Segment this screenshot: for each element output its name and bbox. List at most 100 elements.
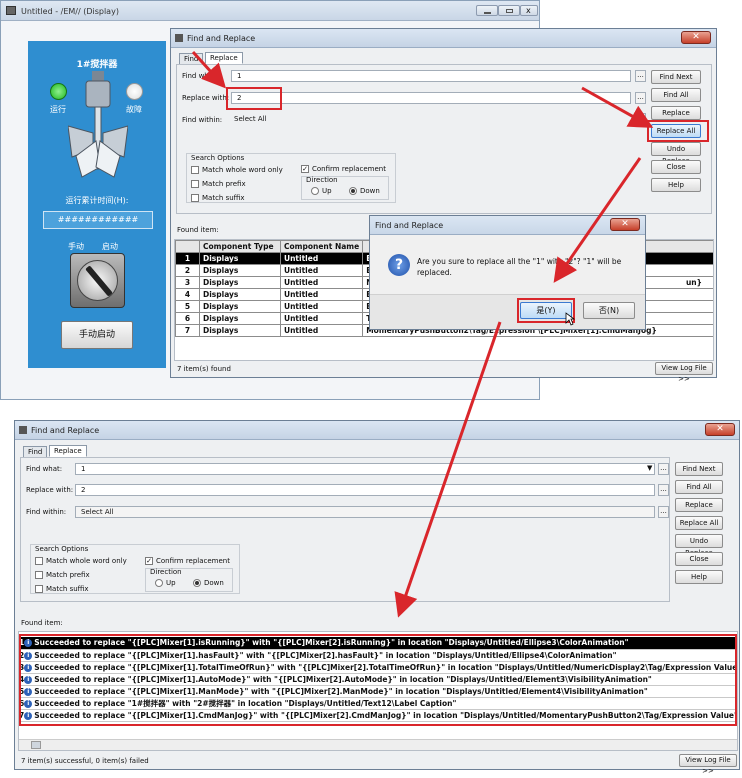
replace-all-highlight bbox=[647, 120, 709, 142]
panel-title: 1#搅拌器 bbox=[76, 60, 118, 70]
close-icon[interactable]: ✕ bbox=[681, 31, 711, 44]
find-what-input[interactable]: 1 bbox=[231, 70, 631, 82]
confirm-message: Are you sure to replace all the "1" with… bbox=[417, 257, 622, 277]
minimize-icon[interactable] bbox=[476, 5, 498, 16]
component-type-cell: Displays bbox=[199, 276, 281, 289]
find-within-label: Find within: bbox=[182, 116, 223, 124]
up-radio[interactable] bbox=[155, 579, 163, 587]
scrollbar-thumb[interactable] bbox=[31, 741, 41, 749]
bottom-dialog-title: Find and Replace bbox=[31, 426, 100, 435]
match-whole-word-label: Match whole word only bbox=[202, 166, 283, 174]
find-within-browse-button[interactable]: ... bbox=[635, 113, 646, 125]
undo-replace-button[interactable]: Undo Replace bbox=[651, 142, 701, 165]
mode-selector-switch[interactable] bbox=[70, 253, 125, 308]
find-what-label: Find what: bbox=[182, 72, 219, 80]
find-within-value: Select All bbox=[234, 115, 267, 123]
running-label: 运行 bbox=[50, 105, 66, 114]
horizontal-scrollbar[interactable] bbox=[19, 739, 737, 750]
restore-icon[interactable] bbox=[498, 5, 520, 16]
confirm-titlebar: Find and Replace ✕ bbox=[370, 216, 645, 235]
help-button[interactable]: Help bbox=[675, 570, 723, 584]
find-all-button[interactable]: Find All bbox=[651, 88, 701, 102]
no-button[interactable]: 否(N) bbox=[583, 302, 635, 319]
component-name-cell: Untitled bbox=[279, 300, 364, 313]
find-within-label: Find within: bbox=[26, 508, 67, 516]
component-type-cell: Displays bbox=[199, 300, 281, 313]
match-suffix-checkbox[interactable] bbox=[35, 585, 43, 593]
mixer-panel: 1#搅拌器 运行 故障 运行累计时间(H): ############ 手动 启… bbox=[28, 41, 166, 368]
bottom-dialog-titlebar: Find and Replace ✕ bbox=[15, 421, 739, 440]
direction-label: Direction bbox=[150, 568, 182, 576]
found-item-label: Found item: bbox=[177, 226, 219, 234]
close-icon[interactable]: ✕ bbox=[705, 423, 735, 436]
direction-label: Direction bbox=[306, 176, 338, 184]
tab-replace[interactable]: Replace bbox=[205, 52, 243, 64]
row-number: 3 bbox=[175, 276, 200, 289]
replace-with-browse-button[interactable]: ... bbox=[635, 92, 646, 104]
table-header-cell[interactable]: Component Type bbox=[199, 240, 281, 253]
find-what-label: Find what: bbox=[26, 465, 63, 473]
match-whole-word-checkbox[interactable] bbox=[35, 557, 43, 565]
find-what-input[interactable]: 1 bbox=[75, 463, 655, 475]
confirm-replacement-checkbox[interactable]: ✓ bbox=[301, 165, 309, 173]
replace-all-button[interactable]: Replace All bbox=[675, 516, 723, 530]
dropdown-arrow-icon[interactable]: ▼ bbox=[647, 464, 652, 472]
component-type-cell: Displays bbox=[199, 264, 281, 277]
replace-button[interactable]: Replace bbox=[675, 498, 723, 512]
find-all-button[interactable]: Find All bbox=[675, 480, 723, 494]
close-button[interactable]: Close bbox=[675, 552, 723, 566]
view-log-button[interactable]: View Log File >> bbox=[679, 754, 737, 775]
match-prefix-checkbox[interactable] bbox=[191, 180, 199, 188]
match-suffix-label: Match suffix bbox=[46, 585, 89, 593]
match-whole-word-label: Match whole word only bbox=[46, 557, 127, 565]
replace-button[interactable]: Replace bbox=[651, 106, 701, 120]
match-suffix-checkbox[interactable] bbox=[191, 194, 199, 202]
match-suffix-label: Match suffix bbox=[202, 194, 245, 202]
down-label: Down bbox=[204, 579, 224, 587]
match-prefix-checkbox[interactable] bbox=[35, 571, 43, 579]
row-number: 6 bbox=[175, 312, 200, 325]
view-log-button[interactable]: View Log File >> bbox=[655, 362, 713, 383]
confirm-replacement-label: Confirm replacement bbox=[156, 557, 230, 565]
match-whole-word-checkbox[interactable] bbox=[191, 166, 199, 174]
up-label: Up bbox=[322, 187, 332, 195]
confirm-replacement-checkbox[interactable]: ✓ bbox=[145, 557, 153, 565]
row-number: 4 bbox=[175, 288, 200, 301]
replace-with-input[interactable]: 2 bbox=[231, 92, 631, 104]
top-dialog-titlebar: Find and Replace ✕ bbox=[171, 29, 716, 48]
component-name-cell: Untitled bbox=[279, 324, 364, 337]
app-icon bbox=[6, 6, 16, 15]
display-titlebar: Untitled - /EM// (Display) x bbox=[1, 1, 539, 21]
running-led bbox=[50, 83, 67, 100]
undo-replace-button[interactable]: Undo Replace bbox=[675, 534, 723, 557]
down-radio[interactable] bbox=[193, 579, 201, 587]
tab-replace[interactable]: Replace bbox=[49, 445, 87, 457]
dialog-icon bbox=[19, 426, 27, 434]
question-icon: ? bbox=[388, 254, 410, 276]
replace-with-input[interactable]: 2 bbox=[75, 484, 655, 496]
find-next-button[interactable]: Find Next bbox=[675, 462, 723, 476]
find-next-button[interactable]: Find Next bbox=[651, 70, 701, 84]
close-icon[interactable]: x bbox=[520, 5, 538, 16]
bottom-find-replace-dialog: Find and Replace ✕ Find Replace Find wha… bbox=[14, 420, 740, 775]
find-what-browse-button[interactable]: ... bbox=[658, 463, 669, 475]
component-type-cell: Displays bbox=[199, 252, 281, 265]
row-number: 1 bbox=[175, 252, 200, 265]
table-header-cell[interactable]: Component Name bbox=[279, 240, 364, 253]
replace-with-browse-button[interactable]: ... bbox=[658, 484, 669, 496]
confirm-replacement-label: Confirm replacement bbox=[312, 165, 386, 173]
replace-with-highlight bbox=[226, 87, 282, 110]
match-prefix-label: Match prefix bbox=[202, 180, 246, 188]
top-status-text: 7 item(s) found bbox=[177, 365, 231, 373]
down-radio[interactable] bbox=[349, 187, 357, 195]
mouse-cursor-icon bbox=[565, 312, 575, 326]
find-within-browse-button[interactable]: ... bbox=[658, 506, 669, 518]
help-button[interactable]: Help bbox=[651, 178, 701, 192]
manual-start-button[interactable]: 手动启动 bbox=[61, 321, 133, 349]
up-radio[interactable] bbox=[311, 187, 319, 195]
close-button[interactable]: Close bbox=[651, 160, 701, 174]
component-name-cell: Untitled bbox=[279, 312, 364, 325]
find-what-browse-button[interactable]: ... bbox=[635, 70, 646, 82]
top-dialog-title: Find and Replace bbox=[187, 34, 256, 43]
close-icon[interactable]: ✕ bbox=[610, 218, 640, 231]
